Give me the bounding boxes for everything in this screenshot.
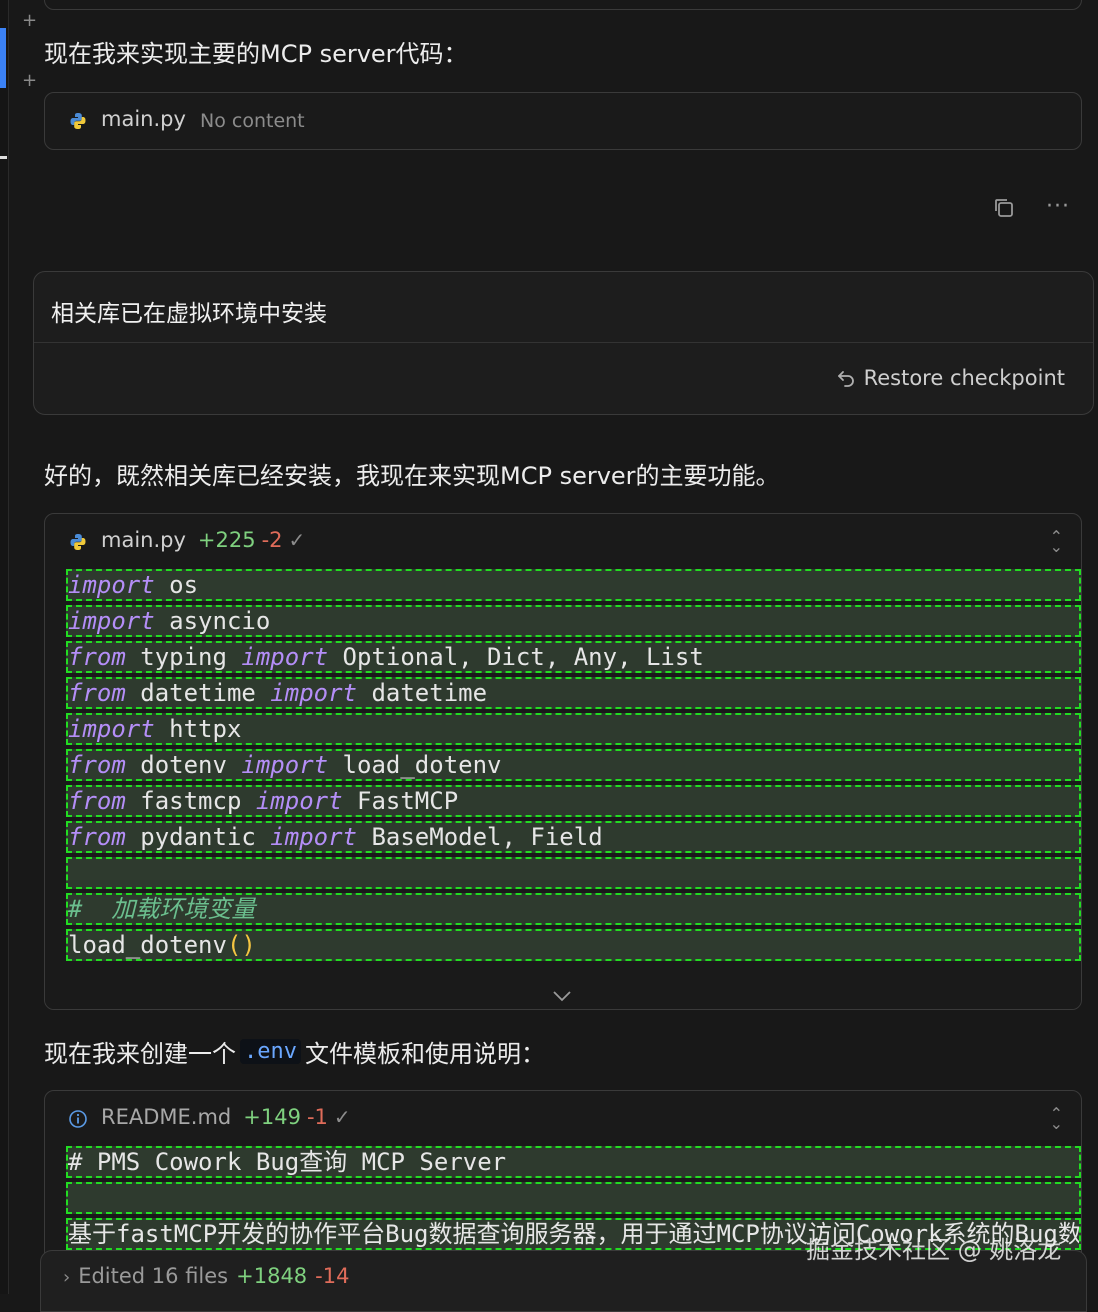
filename: README.md xyxy=(101,1105,232,1129)
env-code: .env xyxy=(240,1039,301,1064)
undo-icon xyxy=(837,371,854,387)
copy-icon[interactable] xyxy=(992,196,1016,220)
lines-removed: -1 xyxy=(306,1105,328,1129)
more-options-icon[interactable]: ··· xyxy=(1046,194,1070,219)
filename: main.py xyxy=(101,107,186,131)
code-token: fastmcp xyxy=(125,787,256,815)
code-token: dotenv xyxy=(125,751,242,779)
code-keyword: from xyxy=(68,787,126,815)
code-token: BaseModel, Field xyxy=(357,823,603,851)
code-line: import os xyxy=(66,569,1081,601)
code-line: # PMS Cowork Bug查询 MCP Server xyxy=(66,1146,1081,1178)
restore-checkpoint-button[interactable]: Restore checkpoint xyxy=(836,366,1065,390)
add-icon[interactable]: + xyxy=(22,70,37,91)
info-icon xyxy=(69,1110,87,1128)
env-instruction-text: 现在我来创建一个 .env 文件模板和使用说明： xyxy=(44,1034,545,1069)
code-token: load_dotenv xyxy=(68,931,227,959)
code-keyword: from xyxy=(68,751,126,779)
code-line: from typing import Optional, Dict, Any, … xyxy=(66,641,1081,673)
code-line: from dotenv import load_dotenv xyxy=(66,749,1081,781)
code-line: load_dotenv() xyxy=(66,929,1081,961)
code-keyword: from xyxy=(68,679,126,707)
code-comment: # 加载环境变量 xyxy=(68,895,256,923)
code-block: import os import asyncio from typing impor… xyxy=(66,569,1081,965)
code-keyword: import xyxy=(255,787,343,815)
diff-card-main[interactable]: main.py +225 -2 ✓ ⌃ ⌄ import os import asy… xyxy=(44,513,1082,1010)
code-line xyxy=(66,857,1081,889)
code-keyword: import xyxy=(68,715,155,743)
code-token: FastMCP xyxy=(342,787,459,815)
filename: main.py xyxy=(101,528,186,552)
watermark: 掘金技术社区 @ 姚洛龙 xyxy=(806,1236,1062,1264)
code-token: datetime xyxy=(357,679,488,707)
check-icon: ✓ xyxy=(288,528,306,552)
expand-collapse-icon[interactable]: ⌃ ⌄ xyxy=(1050,529,1063,555)
total-added: +1848 xyxy=(236,1264,308,1288)
code-line: from datetime import datetime xyxy=(66,677,1081,709)
code-token: load_dotenv xyxy=(328,751,502,779)
lines-added: +149 xyxy=(243,1105,301,1129)
total-removed: -14 xyxy=(315,1264,350,1288)
code-token: Optional, Dict, Any, List xyxy=(328,643,704,671)
expand-chevron-icon[interactable] xyxy=(551,988,573,1007)
code-token: asyncio xyxy=(154,607,271,635)
user-message-card: 相关库已在虚拟环境中安装 Restore checkpoint xyxy=(33,271,1094,415)
restore-label: Restore checkpoint xyxy=(863,366,1065,390)
code-keyword: from xyxy=(68,643,126,671)
code-keyword: import xyxy=(68,607,155,635)
code-token: httpx xyxy=(154,715,242,743)
code-token: os xyxy=(154,571,199,599)
intro-text: 现在我来实现主要的MCP server代码： xyxy=(44,40,468,68)
lines-added: +225 xyxy=(197,528,256,552)
code-token: () xyxy=(226,931,256,959)
code-keyword: import xyxy=(270,823,357,851)
code-token: datetime xyxy=(125,679,271,707)
code-keyword: from xyxy=(68,823,126,851)
env-text-before: 现在我来创建一个 xyxy=(44,1040,236,1068)
previous-card-edge xyxy=(44,0,1082,10)
code-token: typing xyxy=(125,643,242,671)
code-line: from pydantic import BaseModel, Field xyxy=(66,821,1081,853)
file-status: No content xyxy=(200,110,305,132)
add-icon[interactable]: + xyxy=(22,10,37,31)
code-line: from fastmcp import FastMCP xyxy=(66,785,1081,817)
lines-removed: -2 xyxy=(261,528,283,552)
edited-files-label: Edited 16 files xyxy=(78,1264,229,1288)
env-text-after: 文件模板和使用说明： xyxy=(304,1040,545,1068)
code-keyword: import xyxy=(241,751,329,779)
divider xyxy=(34,342,1093,343)
user-message-text: 相关库已在虚拟环境中安装 xyxy=(51,301,327,327)
code-line: # 加载环境变量 xyxy=(66,893,1081,925)
expand-collapse-icon[interactable]: ⌃ ⌄ xyxy=(1050,1106,1063,1132)
left-edge-strip xyxy=(0,0,9,1294)
code-token: pydantic xyxy=(125,823,271,851)
code-line: import asyncio xyxy=(66,605,1081,637)
check-icon: ✓ xyxy=(333,1105,351,1129)
edge-marker xyxy=(0,156,7,159)
code-keyword: import xyxy=(241,643,329,671)
code-keyword: import xyxy=(68,571,155,599)
reply-text: 好的，既然相关库已经安装，我现在来实现MCP server的主要功能。 xyxy=(44,462,780,490)
python-icon xyxy=(70,113,86,129)
selection-indicator xyxy=(0,28,6,88)
code-token: # PMS Cowork Bug查询 MCP Server xyxy=(68,1148,507,1176)
chevron-right-icon[interactable]: › xyxy=(63,1267,70,1288)
code-line xyxy=(66,1182,1081,1214)
file-card-main-empty[interactable]: main.py No content xyxy=(44,92,1082,150)
code-line: import httpx xyxy=(66,713,1081,745)
code-keyword: import xyxy=(270,679,357,707)
python-icon xyxy=(70,534,86,550)
